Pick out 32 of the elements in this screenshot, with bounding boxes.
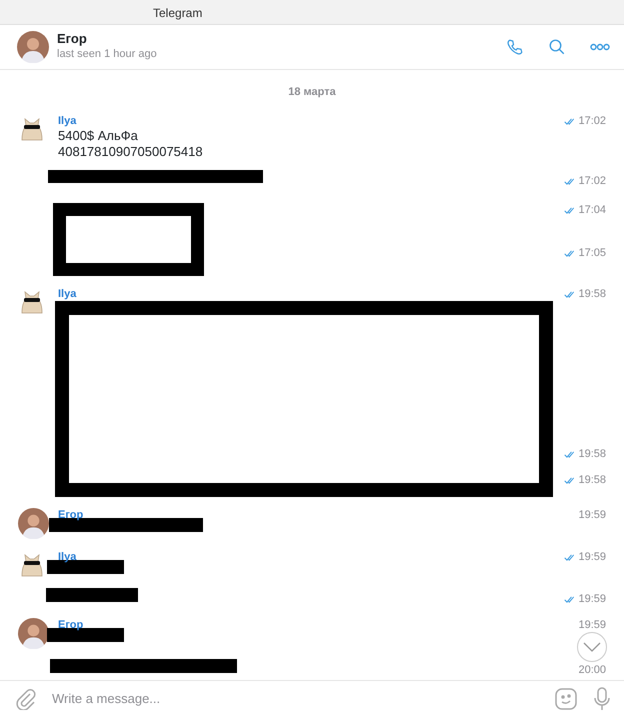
- microphone-icon[interactable]: [594, 687, 610, 711]
- message-time: 17:05: [578, 246, 606, 262]
- contact-name: Егор: [57, 31, 88, 46]
- message-time: 19:59: [578, 592, 606, 608]
- sender-name[interactable]: Ilya: [58, 287, 564, 301]
- message-text: 40817810907050075418: [58, 144, 204, 160]
- message-time: 20:00: [578, 663, 606, 678]
- search-icon[interactable]: [548, 38, 566, 56]
- message-time: 19:59: [578, 508, 606, 524]
- message-text: 5400$ АльФа: [58, 128, 139, 144]
- sender-name[interactable]: Егор: [58, 618, 564, 632]
- sticker-icon[interactable]: [554, 687, 578, 711]
- message-time: 17:04: [578, 203, 606, 218]
- date-separator: 18 марта: [288, 86, 336, 98]
- message-time: 19:58: [578, 287, 606, 302]
- scroll-down-button[interactable]: [577, 632, 607, 662]
- window-title: Telegram: [0, 0, 624, 25]
- last-seen-status: last seen 1 hour ago: [57, 47, 158, 62]
- attach-icon[interactable]: [16, 688, 36, 710]
- message-time: 17:02: [578, 174, 606, 190]
- chevron-down-icon: [583, 642, 601, 652]
- sender-name[interactable]: Ilya: [58, 550, 564, 564]
- message-time: 19:58: [578, 447, 606, 462]
- sender-name[interactable]: Ilya: [58, 114, 564, 128]
- avatar[interactable]: [18, 618, 49, 649]
- phone-icon[interactable]: [506, 38, 524, 56]
- message-time: 19:59: [578, 550, 606, 566]
- sender-name[interactable]: Егор: [58, 508, 564, 522]
- message-time: 19:59: [578, 618, 606, 634]
- message-time: 19:58: [578, 473, 606, 488]
- more-icon[interactable]: [590, 43, 610, 51]
- message-time: 17:02: [578, 114, 606, 130]
